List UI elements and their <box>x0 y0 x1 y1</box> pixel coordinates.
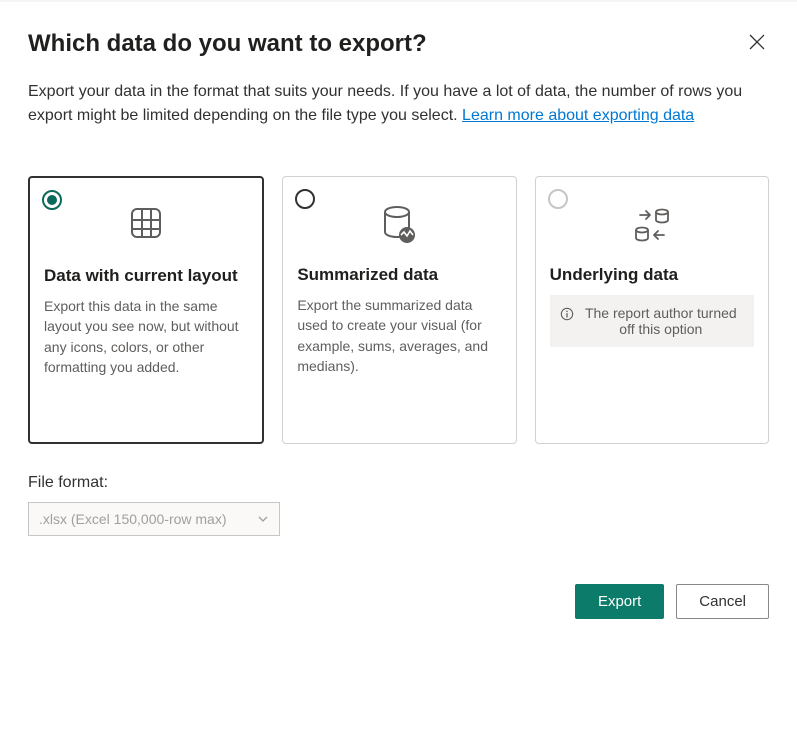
option-current-layout[interactable]: Data with current layout Export this dat… <box>28 176 264 444</box>
database-summary-icon <box>297 205 501 245</box>
option-underlying: Underlying data The report author turned… <box>535 176 769 444</box>
option-summarized[interactable]: Summarized data Export the summarized da… <box>282 176 516 444</box>
dialog-footer: Export Cancel <box>28 584 769 619</box>
option-summarized-desc: Export the summarized data used to creat… <box>297 295 501 376</box>
option-current-layout-desc: Export this data in the same layout you … <box>44 296 248 377</box>
radio-underlying <box>548 189 568 209</box>
file-format-label: File format: <box>28 474 769 492</box>
table-icon <box>44 206 248 246</box>
export-dialog: Which data do you want to export? Export… <box>0 0 797 647</box>
close-button[interactable] <box>745 30 769 54</box>
dialog-description: Export your data in the format that suit… <box>28 80 769 128</box>
close-icon <box>749 34 765 50</box>
export-options: Data with current layout Export this dat… <box>28 176 769 444</box>
option-summarized-title: Summarized data <box>297 265 501 285</box>
disabled-message-text: The report author turned off this option <box>578 305 744 337</box>
export-button[interactable]: Export <box>575 584 664 619</box>
learn-more-link[interactable]: Learn more about exporting data <box>462 107 694 124</box>
cancel-button[interactable]: Cancel <box>676 584 769 619</box>
file-format-value: .xlsx (Excel 150,000-row max) <box>39 511 227 527</box>
info-icon <box>560 307 574 321</box>
file-format-select: .xlsx (Excel 150,000-row max) <box>28 502 280 536</box>
dialog-title: Which data do you want to export? <box>28 30 769 58</box>
option-current-layout-title: Data with current layout <box>44 266 248 286</box>
option-underlying-title: Underlying data <box>550 265 754 285</box>
radio-current-layout[interactable] <box>42 190 62 210</box>
database-transfer-icon <box>550 205 754 245</box>
chevron-down-icon <box>257 513 269 525</box>
option-underlying-disabled-message: The report author turned off this option <box>550 295 754 347</box>
